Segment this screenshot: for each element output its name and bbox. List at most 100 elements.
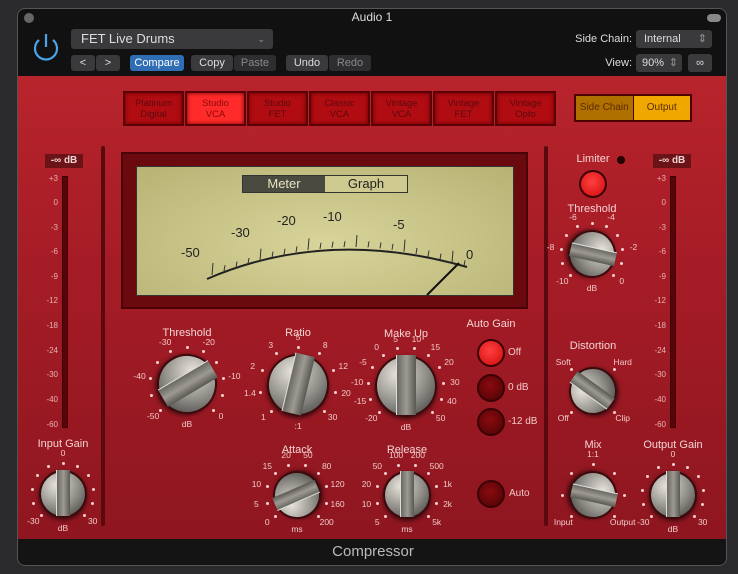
vu-tick — [295, 246, 298, 253]
knob-tick — [396, 347, 400, 351]
knob-scale-label: -20 — [202, 337, 215, 347]
vu-tick — [319, 242, 322, 249]
knob-tick — [303, 463, 307, 467]
vu-scale-label: -5 — [393, 217, 405, 232]
knob-scale-label: -2 — [629, 241, 638, 252]
knob-scale-label: -15 — [353, 396, 367, 407]
knob-tick — [202, 349, 206, 353]
output-gain-knob[interactable] — [649, 471, 697, 519]
model-button-vintage-vca[interactable]: Vintage VCA — [371, 91, 432, 126]
divider — [101, 146, 105, 526]
knob-scale-label: 50 — [303, 450, 313, 461]
knob-scale-label: 50 — [372, 460, 383, 471]
model-button-platinum-digital[interactable]: Platinum Digital — [123, 91, 184, 126]
knob-scale-label: -20 — [365, 413, 378, 424]
meter-scale-label: -30 — [654, 370, 666, 379]
knob-scale-label: 5 — [374, 517, 380, 528]
model-button-vintage-opto[interactable]: Vintage Opto — [495, 91, 556, 126]
meter-scale-label: -12 — [46, 296, 58, 305]
knob-tick — [569, 471, 573, 475]
power-icon[interactable] — [30, 31, 62, 65]
release-knob[interactable] — [383, 471, 431, 519]
chevron-down-icon: ⌄ — [257, 34, 265, 44]
model-button-classic-vca[interactable]: Classic VCA — [309, 91, 370, 126]
output-level-meter — [670, 176, 676, 428]
vu-tick — [259, 248, 262, 261]
meter-scale-label: -60 — [46, 420, 58, 429]
model-button-vintage-fet[interactable]: Vintage FET — [433, 91, 494, 126]
knob-grip — [665, 471, 681, 517]
auto-gain-option-label: -12 dB — [508, 416, 538, 427]
input-gain-knob[interactable] — [39, 470, 87, 518]
auto-gain-option-label: 0 dB — [508, 382, 529, 393]
knob-grip — [569, 370, 615, 410]
auto-gain-0db-button[interactable] — [477, 374, 505, 402]
knob-tick — [36, 474, 40, 478]
link-button[interactable]: ∞ — [688, 54, 712, 72]
vu-tick — [223, 265, 226, 272]
vu-scale-label: -10 — [323, 209, 342, 224]
auto-gain-off-button[interactable] — [477, 339, 505, 367]
next-preset-button[interactable]: > — [96, 55, 120, 71]
knob-tick — [576, 224, 580, 228]
knob-scale-label: 40 — [447, 396, 457, 407]
preset-menu[interactable]: FET Live Drums ⌄ — [71, 29, 273, 49]
knob-scale-label: 1k — [443, 478, 453, 489]
knob-scale-label: -30 — [637, 517, 650, 528]
output-view-button[interactable]: Output — [633, 96, 690, 120]
knob-scale-label: -10 — [228, 370, 241, 381]
vu-tick — [391, 243, 394, 250]
knob-tick — [613, 367, 617, 371]
model-button-studio-vca[interactable]: Studio VCA — [185, 91, 246, 126]
knob-scale-label: 200 — [319, 517, 334, 528]
limiter-button[interactable] — [579, 170, 607, 198]
close-button[interactable] — [24, 13, 34, 23]
divider — [544, 146, 548, 526]
knob-tick — [220, 393, 224, 397]
knob-tick — [155, 360, 159, 364]
knob-tick — [613, 471, 617, 475]
vu-tick — [379, 242, 382, 249]
knob-scale-label: 15 — [430, 342, 441, 353]
knob-scale-label: 0 — [60, 448, 66, 458]
knob-scale-label: 50 — [435, 413, 446, 424]
meter-scale-label: -24 — [654, 346, 666, 355]
auto-release-button[interactable] — [477, 480, 505, 508]
knob-tick — [92, 487, 96, 491]
knob-tick — [32, 502, 36, 506]
previous-preset-button[interactable]: < — [71, 55, 95, 71]
makeup-knob[interactable] — [375, 355, 437, 417]
limiter-label: Limiter — [576, 153, 610, 165]
knob-unit-label: dB — [181, 419, 193, 429]
vu-tick — [211, 262, 214, 276]
auto-release-label: Auto — [509, 488, 530, 499]
paste-button[interactable]: Paste — [234, 55, 276, 71]
meter-scale-label: -30 — [46, 370, 58, 379]
vu-meter-face: Meter Graph -50 -30 -20 -10 -5 0 — [136, 166, 514, 296]
meter-scale-label: -40 — [46, 395, 58, 404]
undo-button[interactable]: Undo — [286, 55, 328, 71]
knob-tick — [47, 464, 51, 468]
copy-button[interactable]: Copy — [191, 55, 233, 71]
knob-grip — [272, 479, 320, 512]
knob-scale-label: 30 — [327, 412, 338, 423]
model-button-studio-fet[interactable]: Studio FET — [247, 91, 308, 126]
redo-button[interactable]: Redo — [329, 55, 371, 71]
auto-gain--12db-button[interactable] — [477, 408, 505, 436]
knob-unit-label: dB — [400, 422, 412, 432]
knob-scale-label: -10 — [350, 376, 364, 387]
vu-needle — [426, 262, 460, 296]
knob-tick — [591, 462, 595, 466]
knob-scale-label: 0 — [264, 517, 270, 528]
knob-unit-label: ms — [401, 524, 413, 534]
knob-unit-label: :1 — [294, 421, 302, 431]
knob-unit-label: dB — [586, 283, 598, 293]
side-chain-select[interactable]: Internal ⇕ — [636, 30, 712, 48]
compare-button[interactable]: Compare — [130, 55, 184, 71]
compressor-panel: Side Chain Output -∞ dB +3 0 -3 -6 -9 -12 -18 -… — [18, 76, 726, 539]
knob-scale-label: 1 — [260, 412, 266, 423]
window-resize-button[interactable] — [707, 14, 721, 22]
view-zoom-select[interactable]: 90% ⇕ — [636, 54, 682, 72]
side-chain-view-button[interactable]: Side Chain — [576, 96, 633, 120]
knob-scale-label: 2 — [250, 361, 256, 371]
